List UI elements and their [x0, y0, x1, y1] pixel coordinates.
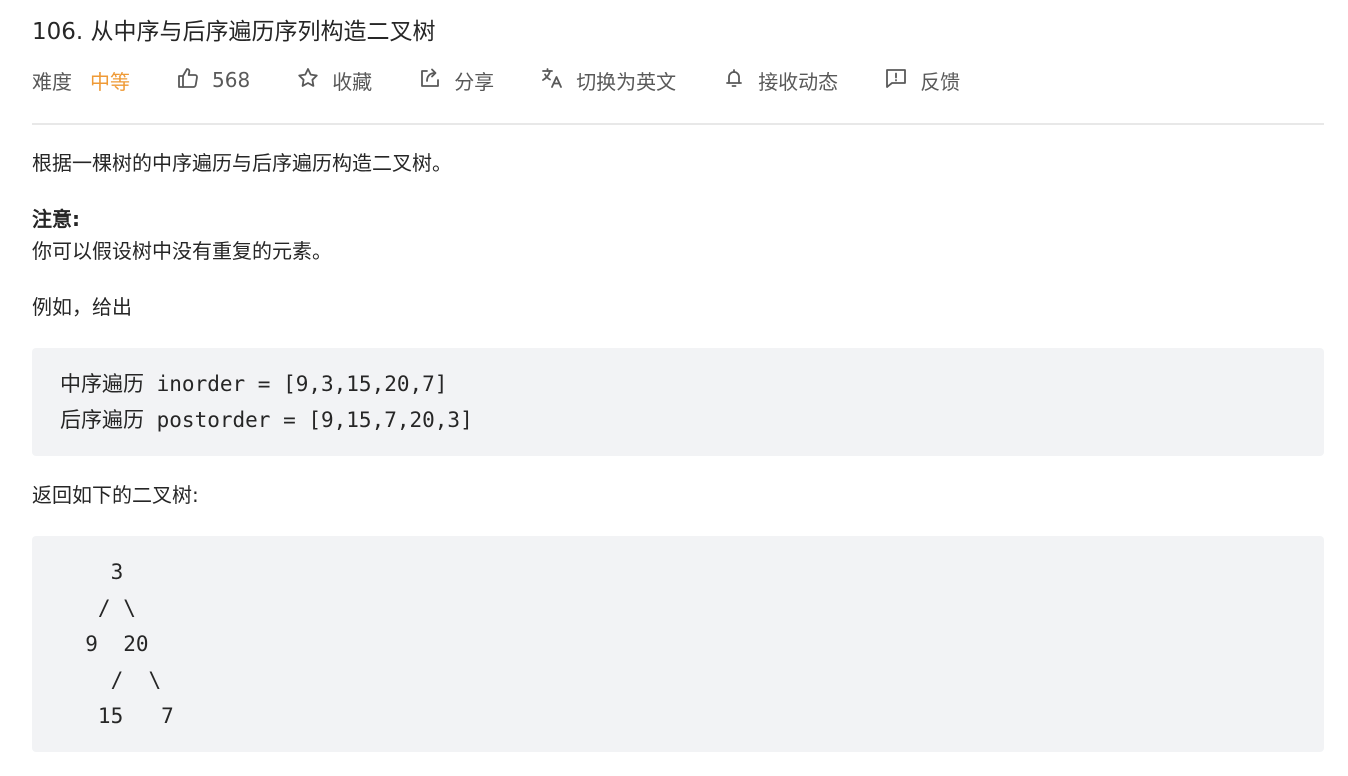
- favorite-button[interactable]: 收藏: [296, 66, 372, 95]
- difficulty-label: 难度: [32, 69, 72, 94]
- share-label: 分享: [454, 69, 495, 94]
- tree-line: / \: [60, 668, 162, 692]
- likes-count: 568: [212, 68, 251, 92]
- tree-code-block: 3 / \ 9 20 / \ 15 7: [32, 536, 1324, 752]
- share-icon: [418, 66, 454, 95]
- example-intro: 例如，给出: [32, 295, 132, 319]
- code-line-postorder: 后序遍历 postorder = [9,15,7,20,3]: [60, 408, 473, 432]
- code-line-inorder: 中序遍历 inorder = [9,3,15,20,7]: [60, 372, 448, 396]
- note-heading: 注意:: [32, 207, 80, 231]
- problem-page: 106. 从中序与后序遍历序列构造二叉树 难度 中等 568 收藏 分享 切换为…: [32, 0, 1324, 752]
- tree-line: 9 20: [60, 632, 149, 656]
- share-button[interactable]: 分享: [418, 66, 494, 95]
- problem-description: 根据一棵树的中序遍历与后序遍历构造二叉树。 注意: 你可以假设树中没有重复的元素…: [32, 147, 1324, 752]
- translate-icon: [540, 66, 576, 95]
- difficulty-value: 中等: [90, 69, 130, 94]
- like-button[interactable]: 568: [176, 66, 250, 95]
- feedback-icon: [884, 66, 920, 95]
- example-code-block: 中序遍历 inorder = [9,3,15,20,7] 后序遍历 postord…: [32, 348, 1324, 456]
- subscribe-label: 接收动态: [758, 69, 839, 94]
- tree-line: 15 7: [60, 704, 174, 728]
- feedback-button[interactable]: 反馈: [884, 66, 960, 95]
- switch-language-label: 切换为英文: [576, 69, 677, 94]
- star-icon: [296, 66, 332, 95]
- tree-line: 3: [60, 560, 124, 584]
- problem-title: 106. 从中序与后序遍历序列构造二叉树: [32, 19, 436, 45]
- note-text: 你可以假设树中没有重复的元素。: [32, 239, 332, 263]
- result-intro: 返回如下的二叉树:: [32, 483, 199, 507]
- tree-line: / \: [60, 596, 136, 620]
- problem-toolbar: 难度 中等 568 收藏 分享 切换为英文 接收动态 反馈: [32, 62, 1324, 98]
- thumbs-up-icon: [176, 66, 212, 95]
- switch-language-button[interactable]: 切换为英文: [540, 66, 676, 95]
- bell-icon: [722, 66, 758, 95]
- feedback-label: 反馈: [920, 69, 961, 94]
- description-intro: 根据一棵树的中序遍历与后序遍历构造二叉树。: [32, 151, 452, 175]
- header-divider: [32, 123, 1324, 125]
- favorite-label: 收藏: [332, 69, 373, 94]
- subscribe-button[interactable]: 接收动态: [722, 66, 838, 95]
